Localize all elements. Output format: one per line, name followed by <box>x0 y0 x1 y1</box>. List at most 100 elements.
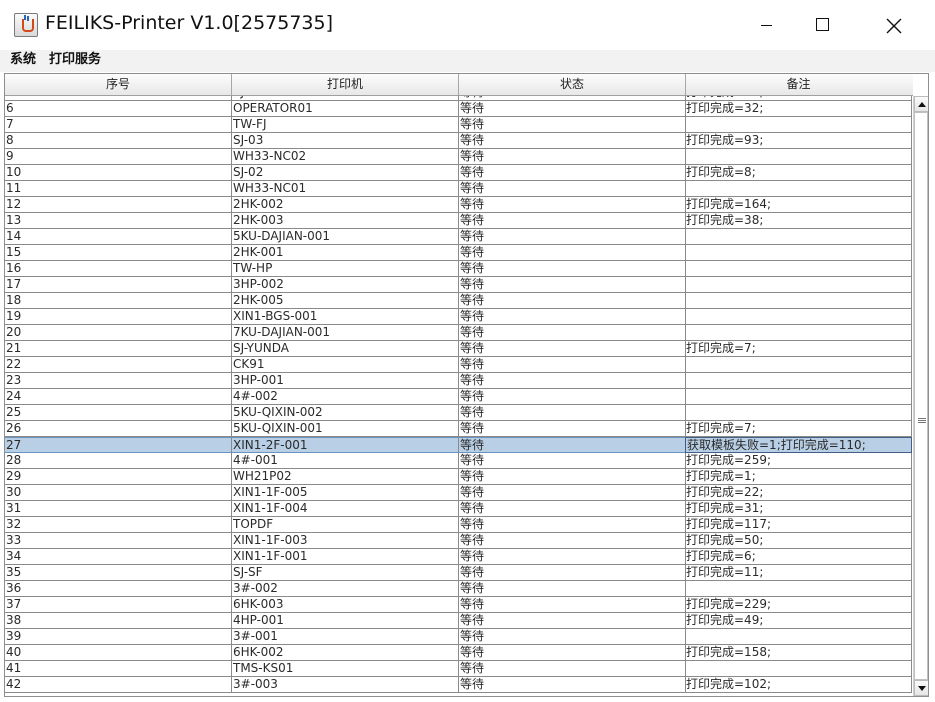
cell-status[interactable]: 等待 <box>459 597 686 613</box>
cell-status[interactable]: 等待 <box>459 261 686 277</box>
cell-status[interactable]: 等待 <box>459 277 686 293</box>
table-row[interactable]: 19 XIN1-BGS-001 等待 <box>5 309 912 325</box>
cell-remark[interactable]: 打印完成=50; <box>685 533 912 549</box>
cell-printer[interactable]: 4#-002 <box>232 389 459 405</box>
cell-remark[interactable] <box>685 405 912 421</box>
cell-id[interactable]: 22 <box>5 357 232 373</box>
table-row[interactable]: 41 TMS-KS01 等待 <box>5 661 912 677</box>
cell-printer[interactable]: SJ-03 <box>232 133 459 149</box>
cell-remark[interactable]: 打印完成=38; <box>685 213 912 229</box>
cell-printer[interactable]: 5KU-DAJIAN-001 <box>232 229 459 245</box>
cell-printer[interactable]: WH33-NC02 <box>232 149 459 165</box>
table-row[interactable]: 40 6HK-002 等待 打印完成=158; <box>5 645 912 661</box>
cell-status[interactable]: 等待 <box>459 165 686 181</box>
cell-printer[interactable]: XIN1-BGS-001 <box>232 309 459 325</box>
cell-status[interactable]: 等待 <box>459 485 686 501</box>
table-row[interactable]: 32 TOPDF 等待 打印完成=117; <box>5 517 912 533</box>
table-row[interactable]: 42 3#-003 等待 打印完成=102; <box>5 677 912 693</box>
cell-id[interactable]: 33 <box>5 533 232 549</box>
cell-remark[interactable]: 打印完成=11; <box>685 565 912 581</box>
cell-id[interactable]: 37 <box>5 597 232 613</box>
cell-status[interactable]: 等待 <box>459 357 686 373</box>
cell-id[interactable]: 29 <box>5 469 232 485</box>
cell-printer[interactable]: 5KU-QIXIN-001 <box>232 421 459 437</box>
table-row[interactable]: 25 5KU-QIXIN-002 等待 <box>5 405 912 421</box>
table-row[interactable]: 20 7KU-DAJIAN-001 等待 <box>5 325 912 341</box>
cell-remark[interactable]: 打印完成=117; <box>685 517 912 533</box>
table-row[interactable]: 24 4#-002 等待 <box>5 389 912 405</box>
cell-remark[interactable] <box>685 277 912 293</box>
cell-status[interactable]: 等待 <box>459 373 686 389</box>
table-row[interactable]: 33 XIN1-1F-003 等待 打印完成=50; <box>5 533 912 549</box>
cell-id[interactable]: 24 <box>5 389 232 405</box>
cell-printer[interactable]: OPERATOR01 <box>232 101 459 117</box>
cell-id[interactable]: 25 <box>5 405 232 421</box>
cell-id[interactable]: 26 <box>5 421 232 437</box>
cell-status[interactable]: 等待 <box>459 645 686 661</box>
cell-id[interactable]: 31 <box>5 501 232 517</box>
vertical-scrollbar[interactable] <box>913 96 928 696</box>
cell-remark[interactable]: 打印完成=8; <box>685 165 912 181</box>
cell-id[interactable]: 32 <box>5 517 232 533</box>
cell-status[interactable]: 等待 <box>459 149 686 165</box>
cell-remark[interactable]: 打印完成=102; <box>685 677 912 693</box>
cell-printer[interactable]: 6HK-002 <box>232 645 459 661</box>
table-row[interactable]: 37 6HK-003 等待 打印完成=229; <box>5 597 912 613</box>
arrow-up-icon[interactable] <box>914 96 928 112</box>
cell-status[interactable]: 等待 <box>459 229 686 245</box>
cell-remark[interactable]: 打印完成=22; <box>685 485 912 501</box>
cell-remark[interactable]: 打印完成=31; <box>685 501 912 517</box>
cell-id[interactable]: 28 <box>5 453 232 469</box>
cell-remark[interactable]: 打印完成=1; <box>685 469 912 485</box>
cell-status[interactable]: 等待 <box>459 437 686 453</box>
cell-remark[interactable] <box>685 181 912 197</box>
cell-id[interactable]: 7 <box>5 117 232 133</box>
cell-printer[interactable]: 5KU-QIXIN-002 <box>232 405 459 421</box>
cell-id[interactable]: 23 <box>5 373 232 389</box>
table-row[interactable]: 10 SJ-02 等待 打印完成=8; <box>5 165 912 181</box>
cell-remark[interactable]: 打印完成=32; <box>685 101 912 117</box>
table-row[interactable]: 8 SJ-03 等待 打印完成=93; <box>5 133 912 149</box>
cell-printer[interactable]: TOPDF <box>232 517 459 533</box>
arrow-down-icon[interactable] <box>914 680 928 696</box>
table-row[interactable]: 13 2HK-003 等待 打印完成=38; <box>5 213 912 229</box>
table-row[interactable]: 22 CK91 等待 <box>5 357 912 373</box>
cell-status[interactable]: 等待 <box>459 581 686 597</box>
cell-id[interactable]: 35 <box>5 565 232 581</box>
cell-status[interactable]: 等待 <box>459 325 686 341</box>
cell-id[interactable]: 12 <box>5 197 232 213</box>
cell-status[interactable]: 等待 <box>459 341 686 357</box>
cell-status[interactable]: 等待 <box>459 677 686 693</box>
cell-printer[interactable]: 2HK-005 <box>232 293 459 309</box>
cell-status[interactable]: 等待 <box>459 517 686 533</box>
cell-status[interactable]: 等待 <box>459 133 686 149</box>
table-row[interactable]: 31 XIN1-1F-004 等待 打印完成=31; <box>5 501 912 517</box>
cell-id[interactable]: 39 <box>5 629 232 645</box>
scrollbar-thumb[interactable] <box>914 112 928 680</box>
cell-printer[interactable]: WH21P02 <box>232 469 459 485</box>
cell-printer[interactable]: XIN1-1F-001 <box>232 549 459 565</box>
table-row[interactable]: 7 TW-FJ 等待 <box>5 117 912 133</box>
cell-id[interactable]: 10 <box>5 165 232 181</box>
java-cup-icon[interactable] <box>14 13 38 37</box>
cell-id[interactable]: 21 <box>5 341 232 357</box>
cell-id[interactable]: 11 <box>5 181 232 197</box>
table-row[interactable]: 35 SJ-SF 等待 打印完成=11; <box>5 565 912 581</box>
cell-remark[interactable]: 打印完成=158; <box>685 645 912 661</box>
cell-remark[interactable] <box>685 661 912 677</box>
table-row[interactable]: 26 5KU-QIXIN-001 等待 打印完成=7; <box>5 421 912 437</box>
cell-status[interactable]: 等待 <box>459 389 686 405</box>
cell-status[interactable]: 等待 <box>459 453 686 469</box>
table-row[interactable]: 9 WH33-NC02 等待 <box>5 149 912 165</box>
cell-id[interactable]: 38 <box>5 613 232 629</box>
cell-id[interactable]: 27 <box>5 437 232 453</box>
menu-print-service[interactable]: 打印服务 <box>49 51 101 69</box>
table-row[interactable]: 15 2HK-001 等待 <box>5 245 912 261</box>
close-icon[interactable] <box>870 0 916 50</box>
cell-status[interactable]: 等待 <box>459 309 686 325</box>
cell-printer[interactable]: SJ-SF <box>232 565 459 581</box>
cell-status[interactable]: 等待 <box>459 613 686 629</box>
cell-remark[interactable]: 获取模板失败=1;打印完成=110; <box>685 437 912 453</box>
cell-status[interactable]: 等待 <box>459 405 686 421</box>
cell-status[interactable]: 等待 <box>459 213 686 229</box>
